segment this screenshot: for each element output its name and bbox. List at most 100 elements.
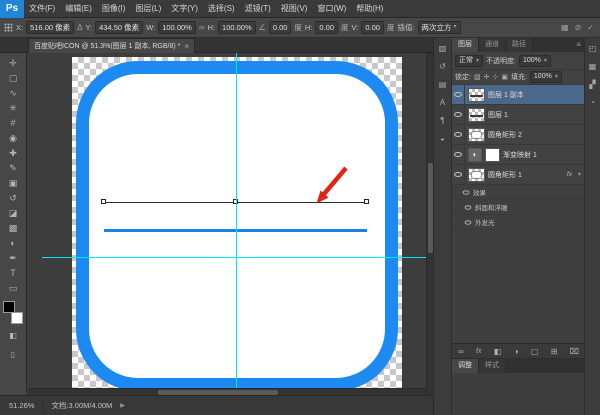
brush-tool-icon[interactable]: ✎ bbox=[3, 161, 24, 176]
horizontal-scrollbar[interactable] bbox=[28, 388, 426, 395]
swatches-panel-icon[interactable]: ▦ bbox=[589, 63, 597, 71]
navigator-panel-icon[interactable]: ◔ bbox=[590, 99, 595, 107]
crop-tool-icon[interactable]: # bbox=[3, 116, 24, 131]
lasso-tool-icon[interactable]: ∿ bbox=[3, 86, 24, 101]
document-tab[interactable]: 百度贴吧ICON @ 51.3%(图层 1 副本, RGB/8) * × bbox=[28, 38, 195, 53]
menu-help[interactable]: 帮助(H) bbox=[351, 0, 388, 18]
status-expand-icon[interactable]: ▶ bbox=[120, 402, 125, 409]
fill-select[interactable]: 100% ▾ bbox=[530, 71, 562, 83]
lock-all-icon[interactable]: ▣ bbox=[501, 73, 508, 81]
menu-view[interactable]: 视图(V) bbox=[276, 0, 313, 18]
commit-transform-icon[interactable]: ✓ bbox=[587, 23, 594, 32]
vertical-scrollbar[interactable] bbox=[426, 53, 433, 395]
histogram-panel-icon[interactable]: ▞ bbox=[589, 81, 595, 89]
menu-filter[interactable]: 滤镜(T) bbox=[240, 0, 276, 18]
background-color-swatch[interactable] bbox=[11, 312, 23, 324]
screen-mode-icon[interactable]: ▯ bbox=[3, 347, 24, 362]
color-panel-icon[interactable]: ◒ bbox=[440, 135, 445, 143]
opacity-select[interactable]: 100% ▾ bbox=[519, 55, 551, 67]
visibility-toggle[interactable] bbox=[452, 105, 465, 124]
eye-icon[interactable] bbox=[465, 220, 472, 224]
visibility-toggle[interactable] bbox=[452, 85, 465, 104]
layer-thumbnail[interactable] bbox=[468, 168, 485, 182]
character-panel-icon[interactable]: A bbox=[440, 99, 445, 107]
height-input[interactable]: 100.00% bbox=[218, 21, 256, 34]
rotate-input[interactable]: 0.00 bbox=[269, 21, 292, 34]
tab-layers[interactable]: 图层 bbox=[452, 38, 479, 52]
lock-transparency-icon[interactable]: ▨ bbox=[474, 73, 481, 81]
marquee-tool-icon[interactable]: ▢ bbox=[3, 71, 24, 86]
blend-mode-select[interactable]: 正常 ▾ bbox=[455, 55, 483, 67]
eyedropper-tool-icon[interactable]: ◉ bbox=[3, 131, 24, 146]
reference-point-icon[interactable] bbox=[4, 23, 13, 32]
effect-row-bevel-emboss[interactable]: 斜面和浮雕 bbox=[452, 200, 585, 215]
properties-panel-icon[interactable]: ▧ bbox=[439, 45, 447, 53]
add-layer-mask-icon[interactable]: ◧ bbox=[494, 347, 502, 356]
history-brush-tool-icon[interactable]: ↺ bbox=[3, 191, 24, 206]
visibility-toggle[interactable] bbox=[452, 145, 465, 164]
lock-pixels-icon[interactable]: ✛ bbox=[484, 73, 490, 81]
layer-row-rounded-rect-1[interactable]: 圆角矩形 1 fx ▾ bbox=[452, 165, 585, 185]
visibility-toggle[interactable] bbox=[452, 165, 465, 184]
healing-brush-tool-icon[interactable]: ✚ bbox=[3, 146, 24, 161]
horizontal-guide[interactable] bbox=[42, 257, 433, 258]
menu-image[interactable]: 图像(I) bbox=[97, 0, 131, 18]
layer-row-layer1-copy[interactable]: 图层 1 副本 bbox=[452, 85, 585, 105]
cancel-transform-icon[interactable]: ⊘ bbox=[575, 23, 582, 32]
horizontal-scrollbar-thumb[interactable] bbox=[158, 390, 278, 395]
layer-row-rounded-rect-2[interactable]: 圆角矩形 2 bbox=[452, 125, 585, 145]
eraser-tool-icon[interactable]: ◪ bbox=[3, 206, 24, 221]
menu-layer[interactable]: 图层(L) bbox=[130, 0, 166, 18]
link-layers-icon[interactable]: ∞ bbox=[458, 347, 464, 356]
layer-row-layer1[interactable]: 图层 1 bbox=[452, 105, 585, 125]
relative-position-icon[interactable]: Δ bbox=[77, 23, 82, 32]
hskew-input[interactable]: 0.00 bbox=[315, 21, 338, 34]
pen-tool-icon[interactable]: ✒ bbox=[3, 251, 24, 266]
width-input[interactable]: 100.00% bbox=[158, 21, 196, 34]
paragraph-panel-icon[interactable]: ¶ bbox=[440, 117, 444, 125]
dodge-tool-icon[interactable]: ◐ bbox=[3, 236, 24, 251]
visibility-toggle[interactable] bbox=[452, 125, 465, 144]
layer-thumbnail[interactable] bbox=[468, 88, 485, 102]
color-panel-icon[interactable]: ◰ bbox=[589, 45, 597, 53]
shape-tool-icon[interactable]: ▭ bbox=[3, 281, 24, 296]
layer-thumbnail[interactable] bbox=[468, 108, 485, 122]
zoom-level[interactable]: 51.26% bbox=[9, 401, 34, 410]
eye-icon[interactable] bbox=[465, 205, 472, 209]
new-group-icon[interactable]: ▢ bbox=[531, 347, 539, 356]
menu-edit[interactable]: 编辑(E) bbox=[60, 0, 97, 18]
history-panel-icon[interactable]: ↺ bbox=[439, 63, 446, 71]
layer-mask-thumbnail[interactable] bbox=[485, 148, 500, 162]
interpolation-select[interactable]: 两次立方 ▾ bbox=[418, 21, 461, 34]
delete-layer-icon[interactable]: ⌧ bbox=[570, 347, 579, 356]
tab-styles[interactable]: 样式 bbox=[479, 359, 506, 373]
gradient-tool-icon[interactable]: ▩ bbox=[3, 221, 24, 236]
layer-thumbnail[interactable] bbox=[468, 128, 485, 142]
menu-select[interactable]: 选择(S) bbox=[203, 0, 240, 18]
adjustment-layer-icon[interactable]: ◐ bbox=[468, 148, 482, 162]
quick-mask-icon[interactable]: ◧ bbox=[3, 328, 24, 343]
close-icon[interactable]: × bbox=[184, 42, 189, 51]
eye-icon[interactable] bbox=[463, 190, 470, 194]
canvas-area[interactable] bbox=[28, 53, 433, 395]
vskew-input[interactable]: 0.00 bbox=[361, 21, 384, 34]
x-input[interactable]: 516.00 像素 bbox=[26, 21, 74, 34]
document-canvas[interactable] bbox=[72, 57, 402, 395]
vertical-scrollbar-thumb[interactable] bbox=[428, 163, 433, 253]
effects-header-row[interactable]: 效果 bbox=[452, 185, 585, 200]
layer-style-icon[interactable]: fx bbox=[476, 348, 481, 355]
magic-wand-tool-icon[interactable]: ✳ bbox=[3, 101, 24, 116]
tab-adjustments[interactable]: 调整 bbox=[452, 359, 479, 373]
clone-stamp-tool-icon[interactable]: ▣ bbox=[3, 176, 24, 191]
chevron-down-icon[interactable]: ▾ bbox=[578, 171, 583, 178]
warp-mode-icon[interactable]: ▦ bbox=[561, 23, 569, 32]
tab-paths[interactable]: 路径 bbox=[506, 38, 533, 52]
tab-channels[interactable]: 通道 bbox=[479, 38, 506, 52]
fx-badge[interactable]: fx bbox=[567, 171, 575, 178]
y-input[interactable]: 434.50 像素 bbox=[95, 21, 143, 34]
lock-position-icon[interactable]: ⊹ bbox=[492, 73, 498, 81]
link-dimensions-icon[interactable]: ∞ bbox=[199, 23, 205, 32]
new-adjustment-layer-icon[interactable]: ◑ bbox=[514, 347, 519, 356]
transform-handle-left[interactable] bbox=[101, 199, 106, 204]
info-panel-icon[interactable]: ▤ bbox=[439, 81, 447, 89]
